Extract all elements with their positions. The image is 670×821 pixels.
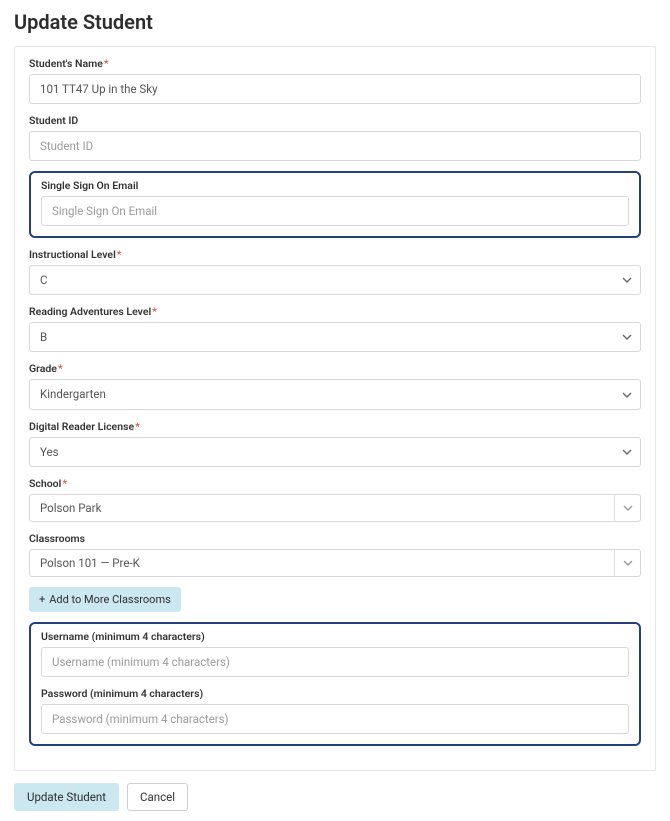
label-student-name: Student's Name* (29, 57, 641, 70)
label-text: Grade (29, 362, 57, 375)
chevron-down-icon (614, 550, 640, 576)
field-username: Username (minimum 4 characters) (41, 630, 629, 677)
required-marker: * (135, 420, 140, 433)
label-username: Username (minimum 4 characters) (41, 630, 629, 643)
label-student-id: Student ID (29, 114, 641, 127)
label-school: School* (29, 477, 641, 490)
field-digital-reader: Digital Reader License* Yes (29, 420, 641, 467)
label-classrooms: Classrooms (29, 532, 641, 545)
select-value: C (29, 265, 641, 295)
credentials-highlight-box: Username (minimum 4 characters) Password… (29, 622, 641, 746)
field-classrooms: Classrooms Polson 101 — Pre-K (29, 532, 641, 577)
input-student-id[interactable] (29, 131, 641, 161)
update-student-button[interactable]: Update Student (14, 783, 119, 811)
label-text: Student's Name (29, 57, 103, 70)
field-sso-email: Single Sign On Email (41, 179, 629, 226)
label-instructional-level: Instructional Level* (29, 248, 641, 261)
add-classrooms-button[interactable]: + Add to More Classrooms (29, 587, 181, 612)
input-password[interactable] (41, 704, 629, 734)
form-panel: Student's Name* Student ID Single Sign O… (14, 46, 656, 771)
label-text: Reading Adventures Level (29, 305, 151, 318)
chevron-down-icon (614, 495, 640, 521)
required-marker: * (58, 362, 63, 375)
select-digital-reader[interactable]: Yes (29, 437, 641, 467)
select-value: Polson Park (30, 495, 614, 521)
sso-highlight-box: Single Sign On Email (29, 171, 641, 238)
required-marker: * (152, 305, 157, 318)
field-password: Password (minimum 4 characters) (41, 687, 629, 734)
plus-icon: + (39, 593, 45, 606)
cancel-button[interactable]: Cancel (127, 783, 188, 811)
label-digital-reader: Digital Reader License* (29, 420, 641, 433)
field-reading-adventures: Reading Adventures Level* B (29, 305, 641, 352)
input-sso-email[interactable] (41, 196, 629, 226)
label-reading-adventures: Reading Adventures Level* (29, 305, 641, 318)
field-student-name: Student's Name* (29, 57, 641, 104)
footer-actions: Update Student Cancel (14, 783, 656, 811)
field-school: School* Polson Park (29, 477, 641, 522)
select-instructional-level[interactable]: C (29, 265, 641, 295)
input-username[interactable] (41, 647, 629, 677)
add-classrooms-label: Add to More Classrooms (49, 593, 171, 606)
field-grade: Grade* Kindergarten (29, 362, 641, 409)
page-title: Update Student (14, 10, 656, 34)
select-school[interactable]: Polson Park (29, 494, 641, 522)
required-marker: * (104, 57, 109, 70)
field-student-id: Student ID (29, 114, 641, 161)
label-text: School (29, 477, 61, 490)
select-value: Yes (29, 437, 641, 467)
select-reading-adventures[interactable]: B (29, 322, 641, 352)
label-password: Password (minimum 4 characters) (41, 687, 629, 700)
field-add-classrooms: + Add to More Classrooms (29, 587, 641, 612)
select-grade[interactable]: Kindergarten (29, 379, 641, 409)
label-sso-email: Single Sign On Email (41, 179, 629, 192)
field-instructional-level: Instructional Level* C (29, 248, 641, 295)
select-value: Kindergarten (29, 379, 641, 409)
select-classrooms[interactable]: Polson 101 — Pre-K (29, 549, 641, 577)
input-student-name[interactable] (29, 74, 641, 104)
label-grade: Grade* (29, 362, 641, 375)
select-value: B (29, 322, 641, 352)
required-marker: * (117, 248, 122, 261)
required-marker: * (62, 477, 67, 490)
label-text: Digital Reader License (29, 420, 134, 433)
label-text: Instructional Level (29, 248, 116, 261)
select-value: Polson 101 — Pre-K (30, 550, 614, 576)
